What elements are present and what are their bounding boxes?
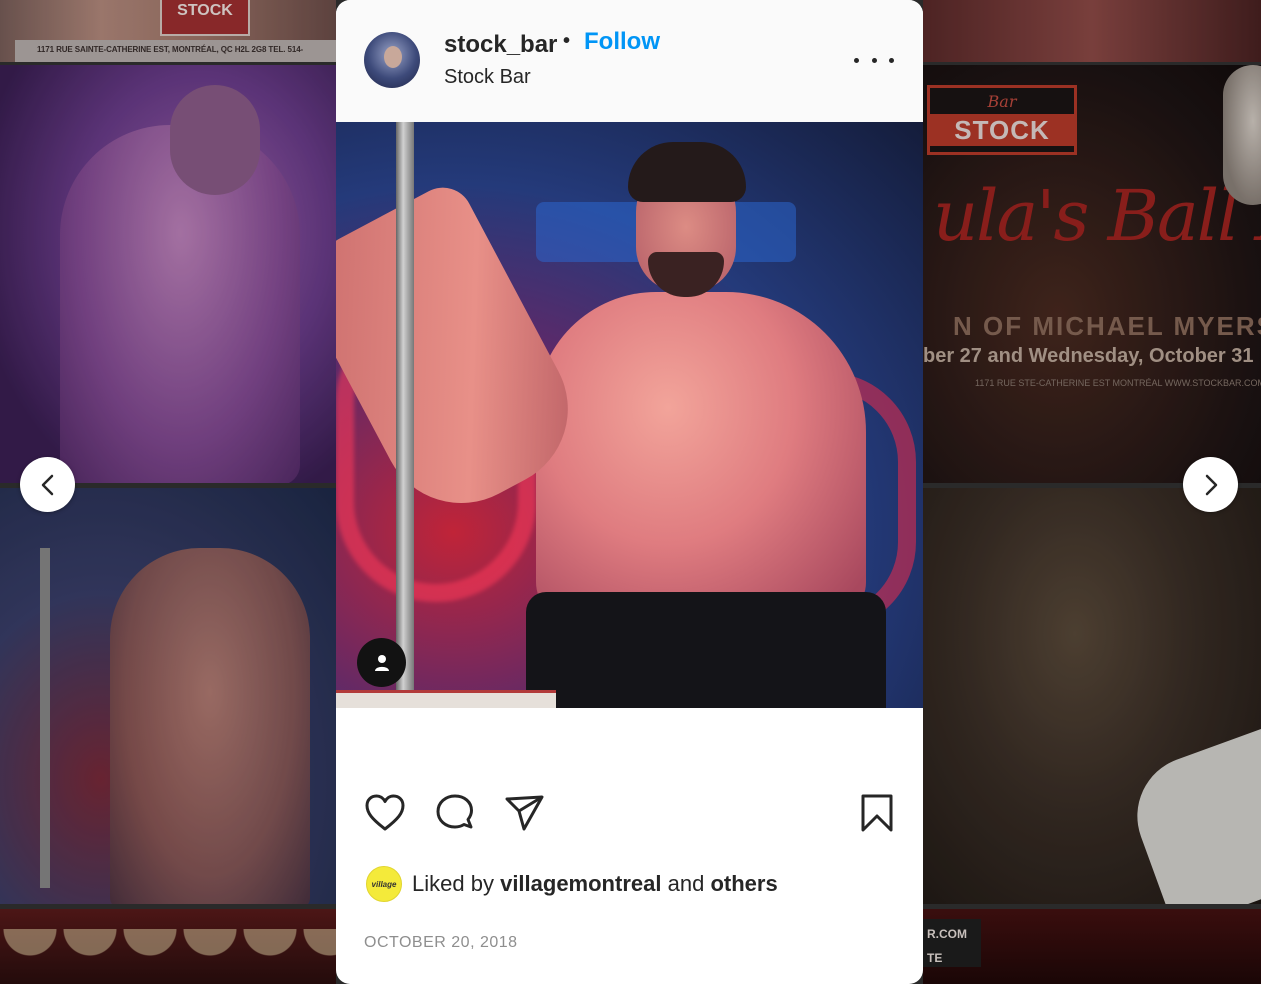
share-button[interactable] <box>502 790 548 836</box>
background-post-thumbnail[interactable] <box>923 0 1261 62</box>
comment-button[interactable] <box>432 790 478 836</box>
background-post-thumbnail[interactable] <box>0 488 336 904</box>
liker-avatar[interactable]: village <box>366 866 402 902</box>
poster-date: ber 27 and Wednesday, October 31 <box>923 345 1254 367</box>
heart-icon <box>365 794 405 831</box>
chevron-right-icon <box>1205 474 1217 495</box>
separator-dot: • <box>563 30 571 52</box>
stock-logo: Bar STOCK <box>927 85 1077 155</box>
liked-by-line: village Liked by villagemontreal and oth… <box>366 866 778 902</box>
post-actions <box>336 790 923 840</box>
stock-logo: STOCK <box>160 0 250 36</box>
performer-image <box>110 548 310 904</box>
post-date[interactable]: OCTOBER 20, 2018 <box>364 934 518 952</box>
background-post-thumbnail[interactable]: Bar STOCK ula's Ball X N OF MICHAEL MYER… <box>923 65 1261 483</box>
liked-by-connector: and <box>667 871 705 896</box>
next-post-button[interactable] <box>1183 457 1238 512</box>
poster-address: 1171 RUE STE-CATHERINE EST MONTRÉAL WWW.… <box>975 378 1261 388</box>
username-link[interactable]: stock_bar <box>444 31 557 59</box>
liker-username-link[interactable]: villagemontreal <box>500 871 661 897</box>
more-options-icon[interactable] <box>854 46 894 74</box>
like-button[interactable] <box>362 790 408 836</box>
likes-others-link[interactable]: others <box>710 871 777 897</box>
previous-post-button[interactable] <box>20 457 75 512</box>
user-tag-icon <box>374 654 389 671</box>
chevron-left-icon <box>41 474 53 495</box>
background-post-thumbnail[interactable] <box>0 65 336 483</box>
user-tag-button[interactable] <box>357 638 406 687</box>
background-post-thumbnail[interactable]: R.COM TE <box>923 909 1261 984</box>
background-post-thumbnail[interactable] <box>0 909 336 984</box>
bookmark-icon <box>861 794 893 832</box>
post-header: stock_bar • Follow Stock Bar <box>336 0 923 122</box>
post-viewer: STOCK 1171 RUE SAINTE-CATHERINE EST, MON… <box>0 0 1261 984</box>
save-button[interactable] <box>854 790 900 836</box>
background-post-thumbnail[interactable]: STOCK 1171 RUE SAINTE-CATHERINE EST, MON… <box>0 0 336 62</box>
follow-button[interactable]: Follow <box>584 28 660 56</box>
location-link[interactable]: Stock Bar <box>444 66 531 89</box>
paper-plane-icon <box>505 795 544 831</box>
post-card: stock_bar • Follow Stock Bar village Lik… <box>336 0 923 984</box>
avatar[interactable] <box>364 32 420 88</box>
poster-subtitle: N OF MICHAEL MYERS <box>953 311 1261 341</box>
post-image[interactable] <box>336 122 923 708</box>
comment-icon <box>436 794 473 829</box>
background-post-thumbnail[interactable] <box>923 488 1261 904</box>
liked-by-prefix: Liked by <box>412 871 494 896</box>
poster-title: ula's Ball X <box>933 175 1261 257</box>
address-strip: 1171 RUE SAINTE-CATHERINE EST, MONTRÉAL,… <box>15 40 336 62</box>
